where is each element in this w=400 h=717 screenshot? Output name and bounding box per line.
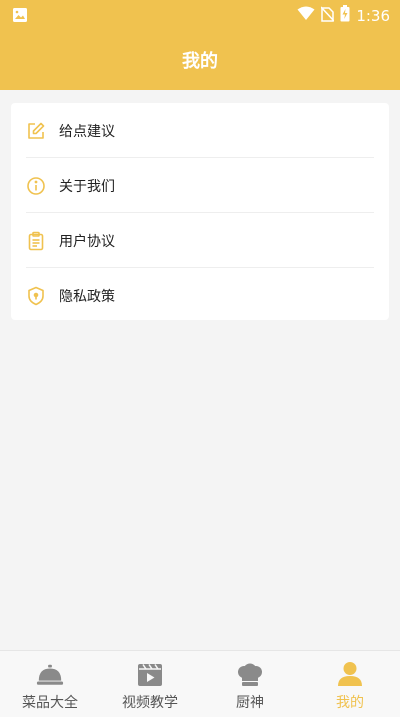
chef-hat-icon: [236, 659, 264, 687]
tab-label: 厨神: [236, 695, 264, 711]
wifi-icon: [297, 6, 315, 25]
image-notification-icon: [12, 7, 28, 27]
user-icon: [336, 659, 364, 687]
menu-item-about-us[interactable]: 关于我们: [11, 158, 389, 213]
page-title: 我的: [182, 51, 218, 72]
battery-icon: [340, 5, 350, 26]
cloche-icon: [36, 659, 64, 687]
bottom-tab-bar: 菜品大全 视频教学 厨神 我的: [0, 650, 400, 717]
menu-item-label: 用户协议: [59, 233, 115, 250]
clipboard-icon: [26, 231, 46, 251]
shield-icon: [26, 286, 46, 306]
tab-chef[interactable]: 厨神: [200, 651, 300, 717]
edit-icon: [26, 121, 46, 141]
menu-item-feedback[interactable]: 给点建议: [11, 103, 389, 158]
menu-item-label: 关于我们: [59, 178, 115, 195]
menu-item-user-agreement[interactable]: 用户协议: [11, 213, 389, 268]
menu-item-privacy-policy[interactable]: 隐私政策: [11, 268, 389, 323]
no-sim-icon: [320, 5, 335, 26]
tab-label: 菜品大全: [22, 695, 78, 711]
tab-dishes[interactable]: 菜品大全: [0, 651, 100, 717]
page-header: 我的: [0, 30, 400, 90]
menu-item-label: 给点建议: [59, 123, 115, 140]
tab-label: 我的: [336, 695, 364, 711]
status-bar: 1:36: [0, 0, 400, 30]
tab-video-tutorials[interactable]: 视频教学: [100, 651, 200, 717]
tab-label: 视频教学: [122, 695, 178, 711]
tab-mine[interactable]: 我的: [300, 651, 400, 717]
menu-item-label: 隐私政策: [59, 288, 115, 305]
info-icon: [26, 176, 46, 196]
settings-menu: 给点建议 关于我们 用户协议 隐私政策: [11, 103, 389, 320]
video-icon: [136, 659, 164, 687]
status-time: 1:36: [356, 6, 390, 25]
